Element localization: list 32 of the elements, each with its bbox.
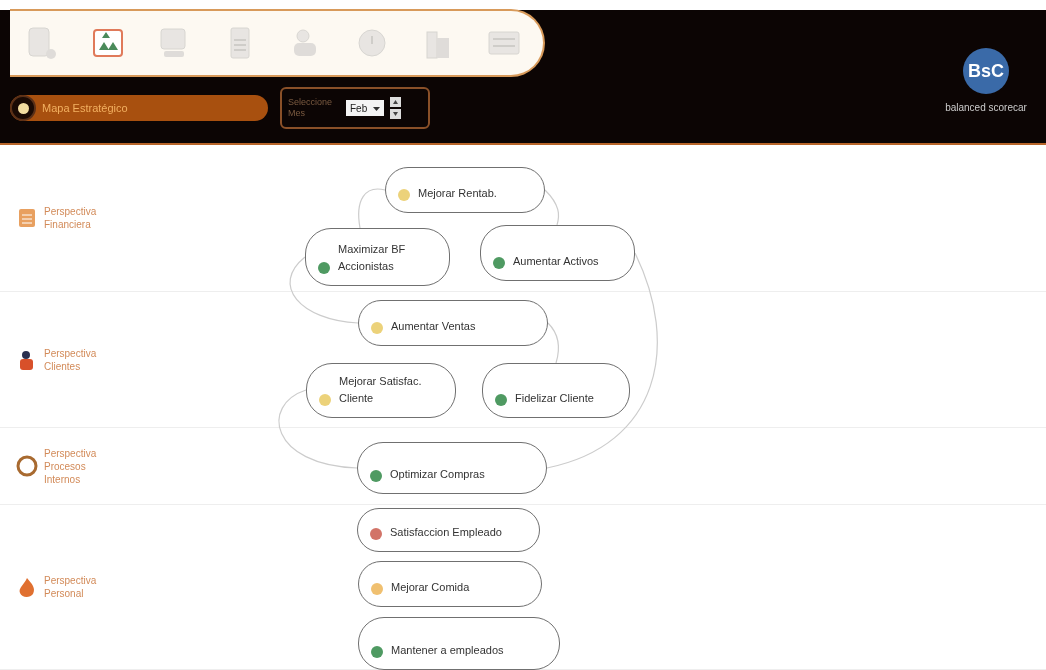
objective-label: Maximizar BF Accionistas: [338, 242, 407, 274]
objective-node[interactable]: Mantener a empleados: [358, 617, 560, 670]
logo-badge: BsC: [963, 48, 1009, 94]
objective-node[interactable]: Mejorar Comida: [358, 561, 542, 607]
perspective-label: Perspectiva Clientes: [44, 346, 98, 373]
objective-node[interactable]: Mejorar Satisfac. Cliente: [306, 363, 456, 418]
objective-node[interactable]: Optimizar Compras: [357, 442, 547, 494]
objective-node[interactable]: Aumentar Activos: [480, 225, 635, 281]
objective-node[interactable]: Maximizar BF Accionistas: [305, 228, 450, 286]
month-label: Seleccione Mes: [288, 97, 334, 119]
perspective-label: Perspectiva Personal: [44, 574, 98, 600]
objective-label: Aumentar Activos: [513, 254, 599, 269]
objective-label: Mantener a empleados: [391, 643, 504, 658]
spinner-icon[interactable]: [390, 97, 402, 119]
logo-caption: balanced scorecar: [945, 102, 1027, 113]
perspective-label: Perspectiva Procesos Internos: [44, 446, 98, 486]
objective-label: Aumentar Ventas: [391, 319, 476, 334]
connector-line: [358, 188, 386, 229]
objective-node[interactable]: Satisfaccion Empleado: [357, 508, 540, 552]
objective-node[interactable]: Mejorar Rentab.: [385, 167, 545, 213]
objective-label: Mejorar Rentab.: [418, 186, 497, 201]
month-dropdown[interactable]: Feb: [346, 100, 385, 116]
objective-node[interactable]: Aumentar Ventas: [358, 300, 548, 346]
ledger-icon: [16, 207, 38, 229]
connector-line: [544, 189, 560, 226]
objective-label: Optimizar Compras: [390, 467, 485, 482]
objective-label: Mejorar Comida: [391, 580, 470, 595]
objective-node[interactable]: Fidelizar Cliente: [482, 363, 630, 418]
objective-label: Fidelizar Cliente: [515, 391, 594, 406]
objective-label: Mejorar Satisfac. Cliente: [339, 374, 423, 406]
objective-label: Satisfaccion Empleado: [390, 525, 502, 540]
perspective-label: Perspectiva Financiera: [44, 205, 98, 231]
